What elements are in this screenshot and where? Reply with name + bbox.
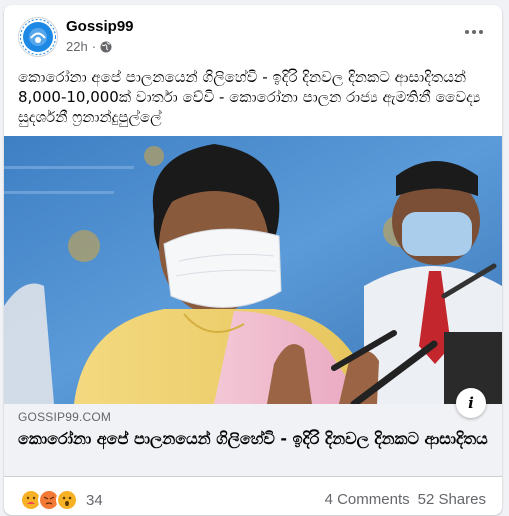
page-name[interactable]: Gossip99 [66,18,134,35]
post-timestamp[interactable]: 22h [66,39,88,54]
globe-icon [100,41,112,52]
more-options-button[interactable] [460,22,488,42]
post-footer: 34 4 Comments 52 Shares [4,477,502,515]
link-title[interactable]: කොරෝනා අපේ පාලනයෙන් ගිලිහේවි - ඉදිරි දින… [18,428,488,450]
dot [465,30,469,34]
post-text: කොරෝනා අපේ පාලනයෙන් ගිලිහේවි - ඉදිරි දින… [18,68,481,126]
comments-link[interactable]: 4 Comments [325,491,410,508]
post-image[interactable] [4,136,502,404]
post-header: Gossip99 22h · [4,5,502,65]
reaction-summary[interactable]: 34 [20,489,103,511]
page-avatar[interactable] [18,17,58,57]
gossip99-logo [20,19,56,55]
engagement-stats: 4 Comments 52 Shares [325,491,486,508]
dot [479,30,483,34]
press-conference-photo [4,136,502,404]
link-preview[interactable]: i GOSSIP99.COM කොරෝනා අපේ පාලනයෙන් ගිලිහ… [4,388,502,477]
dot [472,30,476,34]
reaction-count: 34 [86,491,103,509]
post-meta: 22h · [66,39,112,54]
link-domain: GOSSIP99.COM [18,410,112,424]
info-icon[interactable]: i [456,388,486,418]
post-card: Gossip99 22h · කොරෝනා අපේ පාලනයෙන් ගිලිහ… [4,5,502,515]
wow-reaction-icon [56,489,78,511]
shares-link[interactable]: 52 Shares [418,491,486,508]
